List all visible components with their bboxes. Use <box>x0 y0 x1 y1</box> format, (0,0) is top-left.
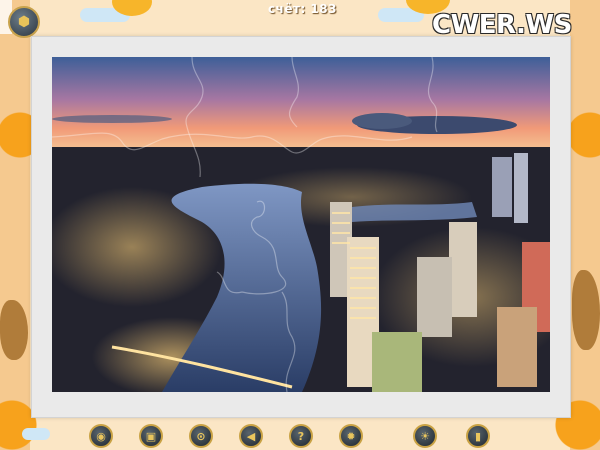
eye-icon: ◉ <box>96 429 106 443</box>
options-button[interactable]: ☀ <box>413 424 437 448</box>
puzzle-image[interactable] <box>52 57 550 392</box>
bottom-toolbar: ◉ ▣ ⊙ ◀ ? ✹ ☀ ▮ <box>0 420 600 450</box>
puzzle-board <box>31 36 571 418</box>
help-icon: ? <box>297 429 305 443</box>
sun-gear-icon: ☀ <box>420 429 430 443</box>
back-arrow-icon: ◀ <box>246 429 256 443</box>
eye-button[interactable]: ◉ <box>89 424 113 448</box>
score-label: счёт: 183 <box>268 2 337 16</box>
city-at-dusk-image <box>52 57 550 392</box>
image-icon: ▣ <box>145 429 157 443</box>
settings-button[interactable]: ✹ <box>339 424 363 448</box>
back-button[interactable]: ◀ <box>239 424 263 448</box>
show-image-button[interactable]: ▣ <box>139 424 163 448</box>
help-button[interactable]: ? <box>289 424 313 448</box>
exit-door-icon: ▮ <box>474 429 482 443</box>
top-bar: ⬢ счёт: 183 CWER.WS <box>0 0 600 40</box>
magnifier-icon: ⊙ <box>196 429 206 443</box>
menu-button[interactable]: ⬢ <box>8 6 40 38</box>
zoom-button[interactable]: ⊙ <box>189 424 213 448</box>
settings-gear-icon: ✹ <box>346 429 356 443</box>
box-icon: ⬢ <box>17 14 31 30</box>
exit-button[interactable]: ▮ <box>466 424 490 448</box>
